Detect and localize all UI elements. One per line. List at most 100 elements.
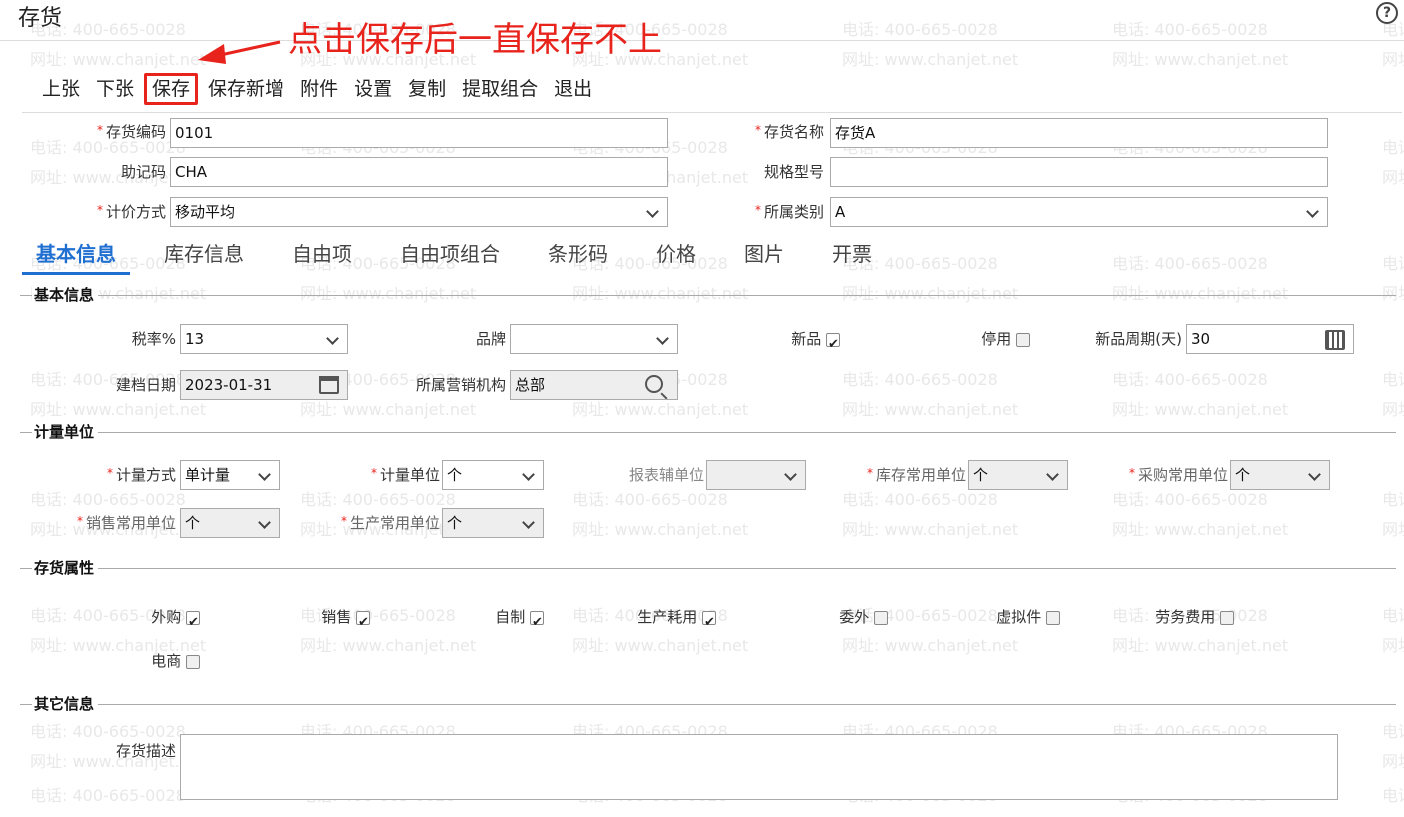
save-button[interactable]: 保存	[144, 73, 199, 105]
measure-unit-label: * 计量单位	[370, 466, 440, 484]
spec-input[interactable]	[830, 157, 1328, 187]
annotation-text: 点击保存后一直保存不上	[288, 20, 662, 60]
tax-select[interactable]: 13	[180, 324, 348, 354]
marketing-org-input[interactable]: 总部	[510, 370, 678, 400]
tab-basic-info[interactable]: 基本信息	[22, 238, 130, 275]
section-basic: 基本信息	[20, 285, 1396, 305]
spec-label: 规格型号	[763, 163, 824, 181]
pricing-select[interactable]: 移动平均	[170, 197, 668, 227]
brand-label: 品牌	[475, 330, 506, 348]
labor-checkbox[interactable]	[1220, 610, 1234, 625]
watermark-text: 电话: 400-665-0028	[1382, 786, 1404, 805]
attr-labor: 劳务费用	[1100, 602, 1234, 632]
brand-select[interactable]	[510, 324, 678, 354]
disabled-label: 停用	[950, 324, 1030, 354]
exit-button[interactable]: 退出	[546, 74, 600, 105]
watermark-text: 电话: 400-665-0028	[842, 370, 998, 389]
search-icon[interactable]	[645, 375, 663, 393]
section-unit: 计量单位	[20, 422, 1396, 442]
consumed-checkbox[interactable]	[702, 608, 716, 638]
watermark-text: 电话: 400-665-0028	[1382, 490, 1404, 509]
ecommerce-checkbox[interactable]	[186, 654, 200, 669]
attr-sales: 销售	[270, 602, 370, 638]
purchase-unit-select[interactable]: 个	[1230, 460, 1330, 490]
code-input[interactable]: 0101	[170, 118, 668, 148]
section-attr: 存货属性	[20, 558, 1396, 578]
watermark-text: 网址: www.chanjet.net	[300, 636, 477, 655]
tab-stock-info[interactable]: 库存信息	[150, 238, 258, 275]
new-product-label: 新品	[780, 324, 840, 360]
tab-barcode[interactable]: 条形码	[534, 238, 622, 275]
measure-unit-select[interactable]: 个	[442, 460, 544, 490]
new-cycle-input[interactable]: 30	[1186, 324, 1354, 354]
watermark-text: 网址: www.chanjet.net	[842, 400, 1019, 419]
tab-free-items[interactable]: 自由项	[278, 238, 366, 275]
settings-button[interactable]: 设置	[346, 74, 400, 105]
category-select[interactable]: A	[830, 197, 1328, 227]
watermark-text: 电话: 400-665-0028	[1112, 370, 1268, 389]
watermark-text: 网址: www.chanjet.net	[572, 520, 749, 539]
watermark-text: 电话: 400-665-0028	[1382, 722, 1404, 741]
stock-unit-select[interactable]: 个	[968, 460, 1068, 490]
extract-combo-button[interactable]: 提取组合	[454, 74, 546, 105]
watermark-text: 网址: www.chanjet.net	[1382, 636, 1404, 655]
attr-selfmade: 自制	[444, 602, 544, 638]
sales-checkbox[interactable]	[356, 608, 370, 638]
outsourced-checkbox[interactable]	[874, 610, 888, 625]
mnemonic-label: 助记码	[120, 163, 166, 181]
sales-unit-select[interactable]: 个	[180, 508, 280, 538]
selfmade-checkbox[interactable]	[530, 608, 544, 638]
tab-price[interactable]: 价格	[642, 238, 710, 275]
name-input[interactable]: 存货A	[830, 118, 1328, 148]
tab-invoice[interactable]: 开票	[818, 238, 886, 275]
mnemonic-input[interactable]: CHA	[170, 157, 668, 187]
report-unit-select[interactable]	[706, 460, 806, 490]
production-unit-select[interactable]: 个	[442, 508, 544, 538]
calculator-icon[interactable]	[1325, 330, 1345, 350]
watermark-text: 网址: www.chanjet.net	[1112, 400, 1289, 419]
description-textarea[interactable]	[180, 734, 1338, 800]
watermark-text: 网址: www.chanjet.net	[1112, 520, 1289, 539]
tab-images[interactable]: 图片	[730, 238, 798, 275]
watermark-text: 网址: www.chanjet.net	[30, 50, 207, 69]
watermark-text: 电话: 400-665-0028	[1382, 606, 1404, 625]
stock-unit-label: * 库存常用单位	[866, 466, 966, 484]
help-circle-icon[interactable]: ?	[1376, 2, 1398, 24]
watermark-text: 电话: 400-665-0028	[1382, 254, 1404, 273]
watermark-text: 电话: 400-665-0028	[1382, 370, 1404, 389]
disabled-checkbox[interactable]	[1016, 332, 1030, 347]
watermark-text: 电话: 400-665-0028	[30, 786, 186, 805]
section-title: 计量单位	[32, 422, 99, 442]
attr-ecommerce: 电商	[100, 646, 200, 676]
production-unit-label: * 生产常用单位	[340, 514, 440, 532]
watermark-text: 网址: www.chanjet.net	[1112, 636, 1289, 655]
tab-free-combo[interactable]: 自由项组合	[386, 238, 514, 275]
create-date-input[interactable]: 2023-01-31	[180, 370, 348, 400]
save-new-button[interactable]: 保存新增	[200, 74, 292, 105]
pricing-label: * 计价方式	[96, 203, 166, 221]
measure-method-select[interactable]: 单计量	[180, 460, 280, 490]
section-title: 基本信息	[32, 285, 99, 305]
calendar-icon[interactable]	[319, 376, 339, 394]
name-label: * 存货名称	[754, 123, 824, 141]
new-product-checkbox[interactable]	[826, 330, 840, 360]
toolbar-divider	[22, 112, 1402, 113]
watermark-text: 网址: www.chanjet.net	[1382, 400, 1404, 419]
sales-unit-label: * 销售常用单位	[76, 514, 176, 532]
new-cycle-label: 新品周期(天)	[1095, 330, 1182, 348]
watermark-text: 网址: www.chanjet.net	[842, 50, 1019, 69]
watermark-text: 网址: www.chanjet.net	[572, 636, 749, 655]
section-title: 其它信息	[32, 694, 99, 714]
attach-button[interactable]: 附件	[292, 74, 346, 105]
virtual-checkbox[interactable]	[1046, 610, 1060, 625]
attr-consumed: 生产耗用	[600, 602, 716, 638]
prev-button[interactable]: 上张	[34, 74, 88, 105]
next-button[interactable]: 下张	[88, 74, 142, 105]
copy-button[interactable]: 复制	[400, 74, 454, 105]
create-date-label: 建档日期	[115, 376, 176, 394]
annotation-arrow-icon	[198, 40, 281, 64]
measure-method-label: * 计量方式	[106, 466, 176, 484]
toolbar: 上张 下张 保存 保存新增 附件 设置 复制 提取组合 退出	[34, 73, 600, 105]
purchased-checkbox[interactable]	[186, 608, 200, 638]
description-label: 存货描述	[115, 742, 176, 760]
